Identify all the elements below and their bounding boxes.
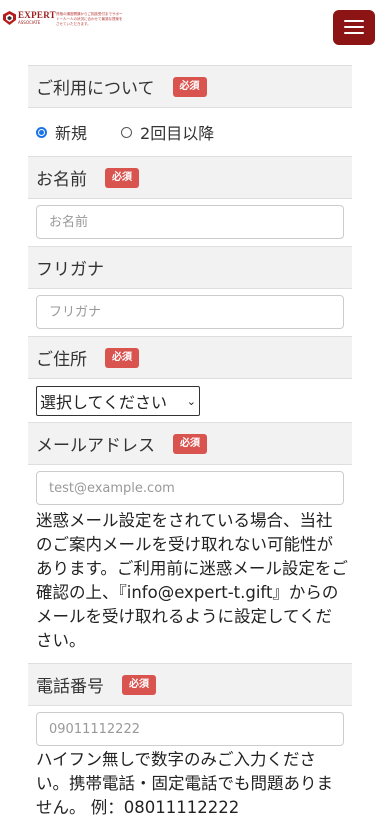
name-field-row bbox=[28, 199, 352, 246]
registration-form: ご利用について 必須 新規 2回目以降 お名前 必須 フリガナ ご住所 必須 選… bbox=[28, 65, 352, 827]
required-badge: 必須 bbox=[172, 76, 207, 97]
radio-checked-icon[interactable] bbox=[36, 126, 47, 138]
required-badge: 必須 bbox=[105, 167, 139, 188]
brand-tagline: 資格の講座開講からご相談受付までサポート一人一人の状況に合わせて最適な提案をさせ… bbox=[56, 12, 123, 26]
name-input[interactable] bbox=[36, 205, 344, 239]
name-label: お名前 bbox=[36, 170, 87, 190]
usage-label-row: ご利用について 必須 bbox=[28, 65, 352, 108]
usage-option-new-label: 新規 bbox=[55, 124, 88, 143]
usage-option-new[interactable]: 新規 bbox=[36, 120, 87, 144]
logo-emblem-icon bbox=[3, 11, 16, 25]
site-header: EXPERT ASSOCIATE 資格の講座開講からご相談受付までサポート一人一… bbox=[0, 0, 379, 56]
email-input[interactable] bbox=[36, 471, 344, 505]
brand-name: EXPERT bbox=[18, 10, 56, 20]
phone-label: 電話番号 bbox=[36, 677, 104, 697]
email-note: 迷惑メール設定をされている場合、当社のご案内メールを受け取れない可能性があります… bbox=[36, 511, 348, 650]
email-label: メールアドレス bbox=[36, 436, 155, 456]
chevron-down-icon: ⌄ bbox=[186, 394, 196, 408]
phone-field-row bbox=[28, 706, 352, 748]
phone-note: ハイフン無しで数字のみご入力ください。携帯電話・固定電話でも問題ありません。 例… bbox=[36, 750, 333, 817]
required-badge: 必須 bbox=[122, 674, 156, 695]
address-select-value: 選択してください bbox=[40, 393, 168, 412]
hamburger-icon-line bbox=[344, 32, 364, 34]
phone-label-row: 電話番号 必須 bbox=[28, 663, 352, 706]
phone-input[interactable] bbox=[36, 712, 344, 746]
email-field-row bbox=[28, 465, 352, 509]
usage-option-repeat-label: 2回目以降 bbox=[140, 124, 215, 143]
address-label-row: ご住所 必須 bbox=[28, 336, 352, 379]
usage-option-repeat[interactable]: 2回目以降 bbox=[121, 120, 214, 144]
usage-radio-group: 新規 2回目以降 bbox=[28, 108, 352, 156]
furigana-field-row bbox=[28, 289, 352, 336]
site-logo[interactable]: EXPERT ASSOCIATE 資格の講座開講からご相談受付までサポート一人一… bbox=[3, 10, 123, 28]
name-label-row: お名前 必須 bbox=[28, 156, 352, 199]
furigana-label-row: フリガナ bbox=[28, 246, 352, 289]
usage-label: ご利用について bbox=[36, 79, 155, 99]
required-badge: 必須 bbox=[173, 433, 207, 454]
address-label: ご住所 bbox=[36, 350, 87, 370]
radio-unchecked-icon[interactable] bbox=[121, 126, 133, 138]
address-select[interactable]: 選択してください ⌄ bbox=[36, 386, 200, 416]
menu-button[interactable] bbox=[333, 10, 375, 45]
email-label-row: メールアドレス 必須 bbox=[28, 422, 352, 465]
address-field-row: 選択してください ⌄ bbox=[28, 379, 352, 422]
brand-subtitle: ASSOCIATE bbox=[18, 20, 41, 25]
furigana-input[interactable] bbox=[36, 295, 344, 329]
hamburger-icon bbox=[344, 20, 364, 22]
hamburger-icon-line bbox=[344, 26, 364, 28]
furigana-label: フリガナ bbox=[36, 260, 104, 280]
required-badge: 必須 bbox=[105, 347, 139, 368]
